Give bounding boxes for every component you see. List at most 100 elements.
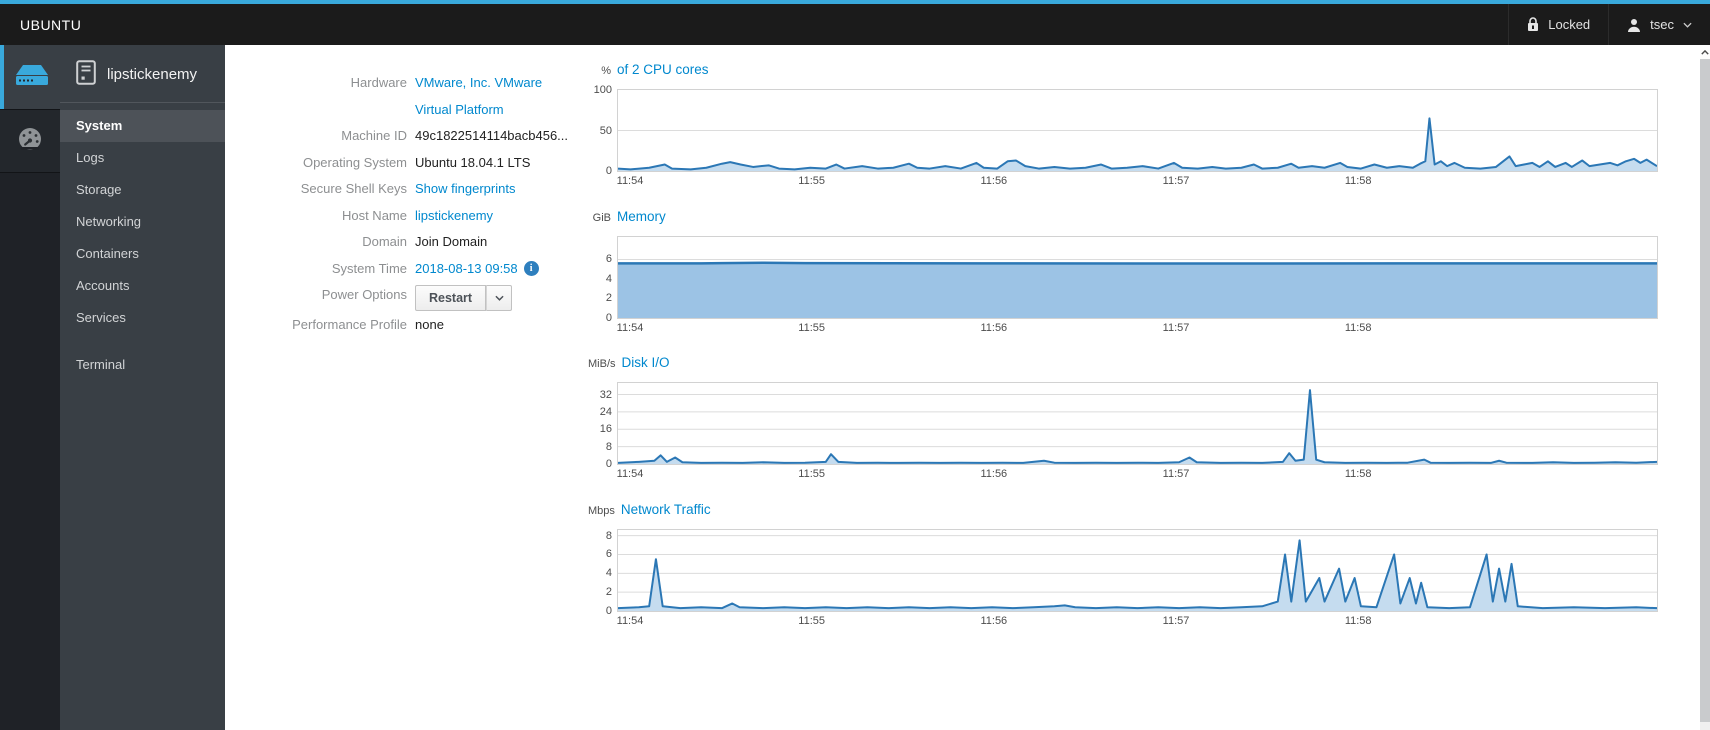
strip-item-host[interactable]: [0, 45, 60, 109]
disk-unit-label: MiB/s: [588, 358, 616, 370]
x-tick-label: 11:58: [1344, 322, 1372, 334]
domain-value[interactable]: Join Domain: [415, 229, 597, 256]
cpu-chart-plot: 100 50 0: [594, 84, 1658, 177]
sidebar-item-system[interactable]: System: [60, 110, 225, 142]
y-tick-label: 16: [599, 423, 612, 436]
hardware-link[interactable]: VMware, Inc. VMware Virtual Platform: [415, 70, 575, 123]
cpu-unit-label: %: [601, 65, 611, 77]
scrollbar: [1700, 45, 1710, 730]
scrollbar-thumb[interactable]: [1700, 59, 1710, 722]
disk-chart-title-link[interactable]: Disk I/O: [622, 355, 670, 370]
y-tick-label: 2: [605, 586, 612, 599]
network-x-axis: 11:54 11:55 11:56 11:57 11:58: [617, 615, 1658, 630]
disk-chart-plot: 32 24 16 8 0: [600, 382, 1658, 470]
locked-indicator[interactable]: Locked: [1508, 4, 1608, 45]
disk-chart-block: MiB/s Disk I/O 32 24 16 8 0 11:54 11:55 11:56 1…: [588, 355, 1658, 483]
network-chart-title-link[interactable]: Network Traffic: [621, 502, 711, 517]
memory-y-axis: 6 4 2 0: [589, 237, 612, 324]
x-tick-label: 11:57: [1162, 322, 1190, 334]
chevron-down-icon: [1683, 22, 1692, 28]
cpu-chart-title-link[interactable]: of 2 CPU cores: [617, 62, 709, 77]
sidebar: lipstickenemy System Logs Storage Networ…: [60, 45, 225, 730]
power-split-button: Restart: [415, 285, 513, 311]
memory-x-axis: 11:54 11:55 11:56 11:57 11:58: [617, 322, 1658, 337]
x-tick-label: 11:56: [980, 615, 1008, 627]
user-name: tsec: [1650, 17, 1674, 32]
sidebar-item-terminal[interactable]: Terminal: [60, 349, 225, 381]
power-caret-button[interactable]: [486, 285, 513, 311]
cpu-y-axis: 100 50 0: [589, 84, 612, 177]
sidebar-item-logs[interactable]: Logs: [60, 142, 225, 174]
sidebar-hostname: lipstickenemy: [107, 66, 198, 83]
machine-id-label: Machine ID: [341, 128, 407, 143]
system-time-link[interactable]: 2018-08-13 09:58: [415, 256, 518, 283]
y-tick-label: 6: [605, 253, 612, 266]
y-tick-label: 2: [605, 292, 612, 305]
top-bar: UBUNTU Locked tsec: [0, 0, 1710, 45]
locked-label: Locked: [1548, 17, 1591, 32]
topbar-right: Locked tsec: [1508, 4, 1710, 45]
memory-unit-label: GiB: [592, 212, 611, 224]
sidebar-item-services[interactable]: Services: [60, 302, 225, 334]
y-tick-label: 24: [599, 405, 612, 418]
sidebar-item-accounts[interactable]: Accounts: [60, 270, 225, 302]
performance-profile-label: Performance Profile: [292, 316, 407, 332]
network-y-axis: 8 6 4 2 0: [589, 529, 612, 617]
y-tick-label: 0: [605, 458, 612, 470]
x-tick-label: 11:54: [616, 175, 644, 187]
x-tick-label: 11:55: [798, 175, 826, 187]
x-tick-label: 11:57: [1162, 175, 1190, 187]
x-tick-label: 11:56: [980, 175, 1008, 187]
lock-icon: [1527, 17, 1539, 32]
network-chart-plot: 8 6 4 2 0: [606, 529, 1658, 617]
user-menu[interactable]: tsec: [1608, 4, 1710, 45]
hardware-label: Hardware: [350, 75, 407, 90]
y-tick-label: 8: [605, 529, 612, 542]
network-unit-label: Mbps: [588, 505, 615, 517]
sidebar-item-storage[interactable]: Storage: [60, 174, 225, 206]
x-tick-label: 11:57: [1162, 468, 1190, 480]
sidebar-host[interactable]: lipstickenemy: [60, 45, 225, 102]
info-row-host-name: Host Name lipstickenemy: [225, 203, 597, 230]
info-row-power-options: Power Options Restart: [225, 282, 597, 312]
info-icon[interactable]: i: [523, 261, 539, 277]
brand-title: UBUNTU: [20, 16, 82, 33]
x-tick-label: 11:54: [616, 322, 644, 334]
x-tick-label: 11:55: [798, 468, 826, 480]
y-tick-label: 4: [605, 567, 612, 580]
strip-item-dashboard[interactable]: [0, 109, 60, 173]
disk-x-axis: 11:54 11:55 11:56 11:57 11:58: [617, 468, 1658, 483]
host-icon: [76, 60, 96, 89]
y-tick-label: 0: [605, 165, 612, 177]
show-fingerprints-link[interactable]: Show fingerprints: [415, 181, 515, 196]
host-name-link[interactable]: lipstickenemy: [415, 208, 493, 223]
machine-id-value: 49c1822514114bacb456...: [415, 128, 569, 143]
memory-chart-plot: 6 4 2 0: [606, 236, 1658, 324]
y-tick-label: 4: [605, 272, 612, 285]
sidebar-divider: [60, 102, 225, 103]
y-tick-label: 0: [605, 312, 612, 324]
x-tick-label: 11:55: [798, 615, 826, 627]
sidebar-item-networking[interactable]: Networking: [60, 206, 225, 238]
user-icon: [1627, 18, 1641, 32]
network-chart-block: Mbps Network Traffic 86420 11:54 11:55 11:…: [588, 502, 1658, 630]
info-row-hardware: Hardware VMware, Inc. VMware Virtual Pla…: [225, 70, 597, 123]
memory-chart-title-link[interactable]: Memory: [617, 209, 666, 224]
cpu-x-axis: 11:54 11:55 11:56 11:57 11:58: [617, 175, 1658, 190]
memory-chart-block: GiB Memory 6420 11:54 11:55 11:56 11:57 11:5…: [588, 209, 1658, 337]
x-tick-label: 11:54: [616, 615, 644, 627]
server-icon: [14, 63, 50, 92]
system-time-label: System Time: [331, 260, 407, 276]
restart-button[interactable]: Restart: [415, 285, 487, 311]
info-row-machine-id: Machine ID 49c1822514114bacb456...: [225, 123, 597, 150]
info-row-os: Operating System Ubuntu 18.04.1 LTS: [225, 150, 597, 177]
scroll-up-icon[interactable]: [1700, 45, 1710, 59]
info-row-system-time: System Time 2018-08-13 09:58 i: [225, 256, 597, 283]
y-tick-label: 0: [605, 605, 612, 617]
x-tick-label: 11:54: [616, 468, 644, 480]
os-label: Operating System: [302, 154, 407, 170]
sidebar-item-containers[interactable]: Containers: [60, 238, 225, 270]
y-tick-label: 8: [605, 440, 612, 453]
host-name-label: Host Name: [341, 207, 407, 223]
x-tick-label: 11:57: [1162, 615, 1190, 627]
